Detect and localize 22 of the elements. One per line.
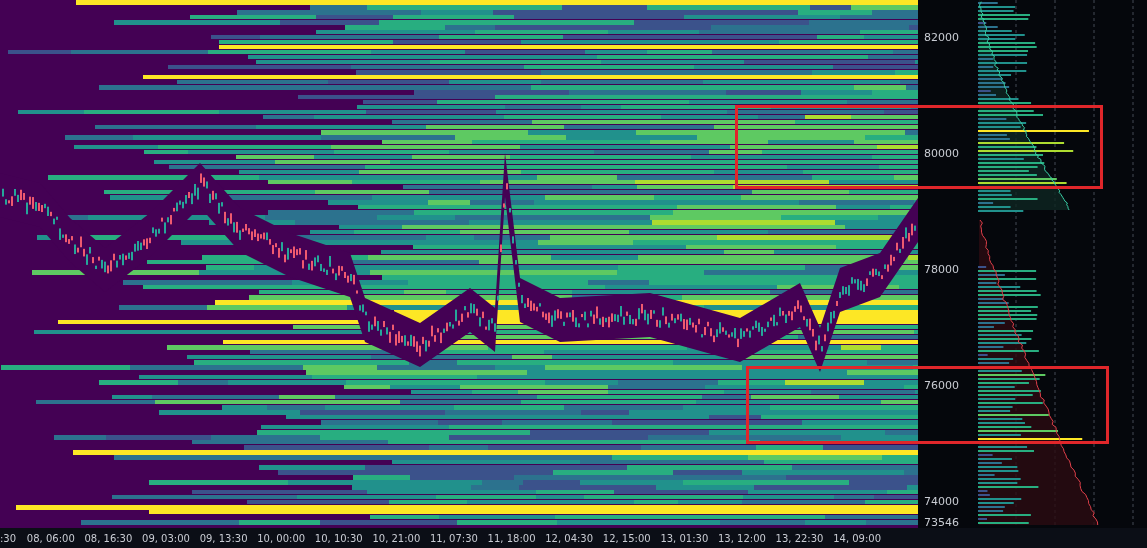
time-label: 12, 04:30 — [544, 532, 595, 544]
time-label: :30 — [0, 532, 18, 544]
price-label: 74000 — [924, 494, 959, 508]
time-label: 08, 06:00 — [25, 532, 76, 544]
time-label: 11, 18:00 — [486, 532, 537, 544]
time-label: 13, 01:30 — [659, 532, 710, 544]
time-label: 10, 10:30 — [313, 532, 364, 544]
time-label: 09, 13:30 — [198, 532, 249, 544]
time-label: 10, 00:00 — [256, 532, 307, 544]
time-label: 12, 15:00 — [601, 532, 652, 544]
price-label: 80000 — [924, 146, 959, 160]
time-label: 13, 22:30 — [774, 532, 825, 544]
current-price-label: 73546 — [924, 515, 959, 529]
price-label: 76000 — [924, 378, 959, 392]
time-label: 13, 12:00 — [716, 532, 767, 544]
time-label: 08, 16:30 — [83, 532, 134, 544]
time-label: 11, 07:30 — [429, 532, 479, 544]
time-label: 09, 03:00 — [141, 532, 191, 544]
time-label: 10, 21:00 — [371, 532, 422, 544]
price-label: 78000 — [924, 262, 959, 276]
price-label: 82000 — [924, 30, 959, 44]
time-label: 14, 09:00 — [832, 532, 883, 544]
